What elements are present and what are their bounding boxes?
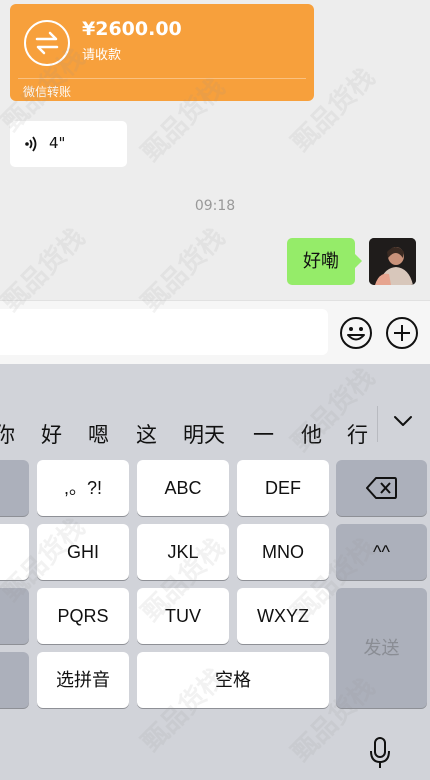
transfer-subtitle: 请收款 bbox=[82, 48, 122, 63]
candidate-word[interactable]: 他 bbox=[301, 419, 322, 449]
keyboard: 你 好 嗯 这 明天 一 他 行 ,。?! ABC DEF GHI JKL MN… bbox=[0, 364, 430, 780]
chevron-down-icon[interactable] bbox=[392, 414, 414, 428]
candidate-word[interactable]: 这 bbox=[136, 419, 157, 449]
avatar[interactable] bbox=[369, 238, 416, 285]
microphone-icon[interactable] bbox=[369, 736, 391, 770]
candidate-word[interactable]: 嗯 bbox=[88, 419, 109, 449]
pqrs-key[interactable]: PQRS bbox=[37, 588, 129, 644]
plus-icon[interactable] bbox=[385, 316, 419, 350]
candidate-divider bbox=[377, 406, 378, 442]
wxyz-key[interactable]: WXYZ bbox=[237, 588, 329, 644]
backspace-key[interactable] bbox=[336, 460, 427, 516]
side-key[interactable] bbox=[0, 652, 29, 708]
message-input[interactable] bbox=[0, 309, 328, 355]
candidate-word[interactable]: 你 bbox=[0, 419, 15, 449]
ghi-key[interactable]: GHI bbox=[37, 524, 129, 580]
jkl-key[interactable]: JKL bbox=[137, 524, 229, 580]
message-timestamp: 09:18 bbox=[194, 198, 236, 214]
emoticon-key[interactable]: ^^ bbox=[336, 524, 427, 580]
transfer-message[interactable]: ¥2600.00 请收款 微信转账 bbox=[10, 4, 314, 101]
space-key[interactable]: 空格 bbox=[137, 652, 329, 708]
punctuation-key[interactable]: ,。?! bbox=[37, 460, 129, 516]
emoji-icon[interactable] bbox=[339, 316, 373, 350]
side-key[interactable] bbox=[0, 524, 29, 580]
candidate-bar: 你 好 嗯 这 明天 一 他 行 bbox=[0, 364, 430, 447]
send-button[interactable]: 发送 bbox=[336, 588, 427, 708]
candidate-word[interactable]: 好 bbox=[41, 419, 62, 449]
backspace-icon bbox=[366, 477, 397, 499]
abc-key[interactable]: ABC bbox=[137, 460, 229, 516]
side-key[interactable] bbox=[0, 460, 29, 516]
tuv-key[interactable]: TUV bbox=[137, 588, 229, 644]
transfer-icon bbox=[24, 20, 70, 66]
voice-wave-icon bbox=[25, 136, 37, 152]
transfer-amount: ¥2600.00 bbox=[82, 18, 182, 40]
side-key[interactable] bbox=[0, 588, 29, 644]
mno-key[interactable]: MNO bbox=[237, 524, 329, 580]
candidate-word[interactable]: 一 bbox=[253, 419, 274, 449]
candidate-word[interactable]: 明天 bbox=[183, 419, 225, 449]
voice-message[interactable]: 4" bbox=[10, 121, 127, 167]
voice-duration: 4" bbox=[49, 134, 66, 152]
outgoing-message[interactable]: 好嘞 bbox=[287, 238, 362, 285]
transfer-footer: 微信转账 bbox=[23, 85, 72, 99]
pinyin-select-key[interactable]: 选拼音 bbox=[37, 652, 129, 708]
candidate-word[interactable]: 行 bbox=[347, 419, 368, 449]
input-bar bbox=[0, 300, 430, 364]
chat-area: ¥2600.00 请收款 微信转账 4" 09:18 好嘞 bbox=[0, 0, 430, 300]
transfer-divider bbox=[18, 78, 306, 79]
def-key[interactable]: DEF bbox=[237, 460, 329, 516]
